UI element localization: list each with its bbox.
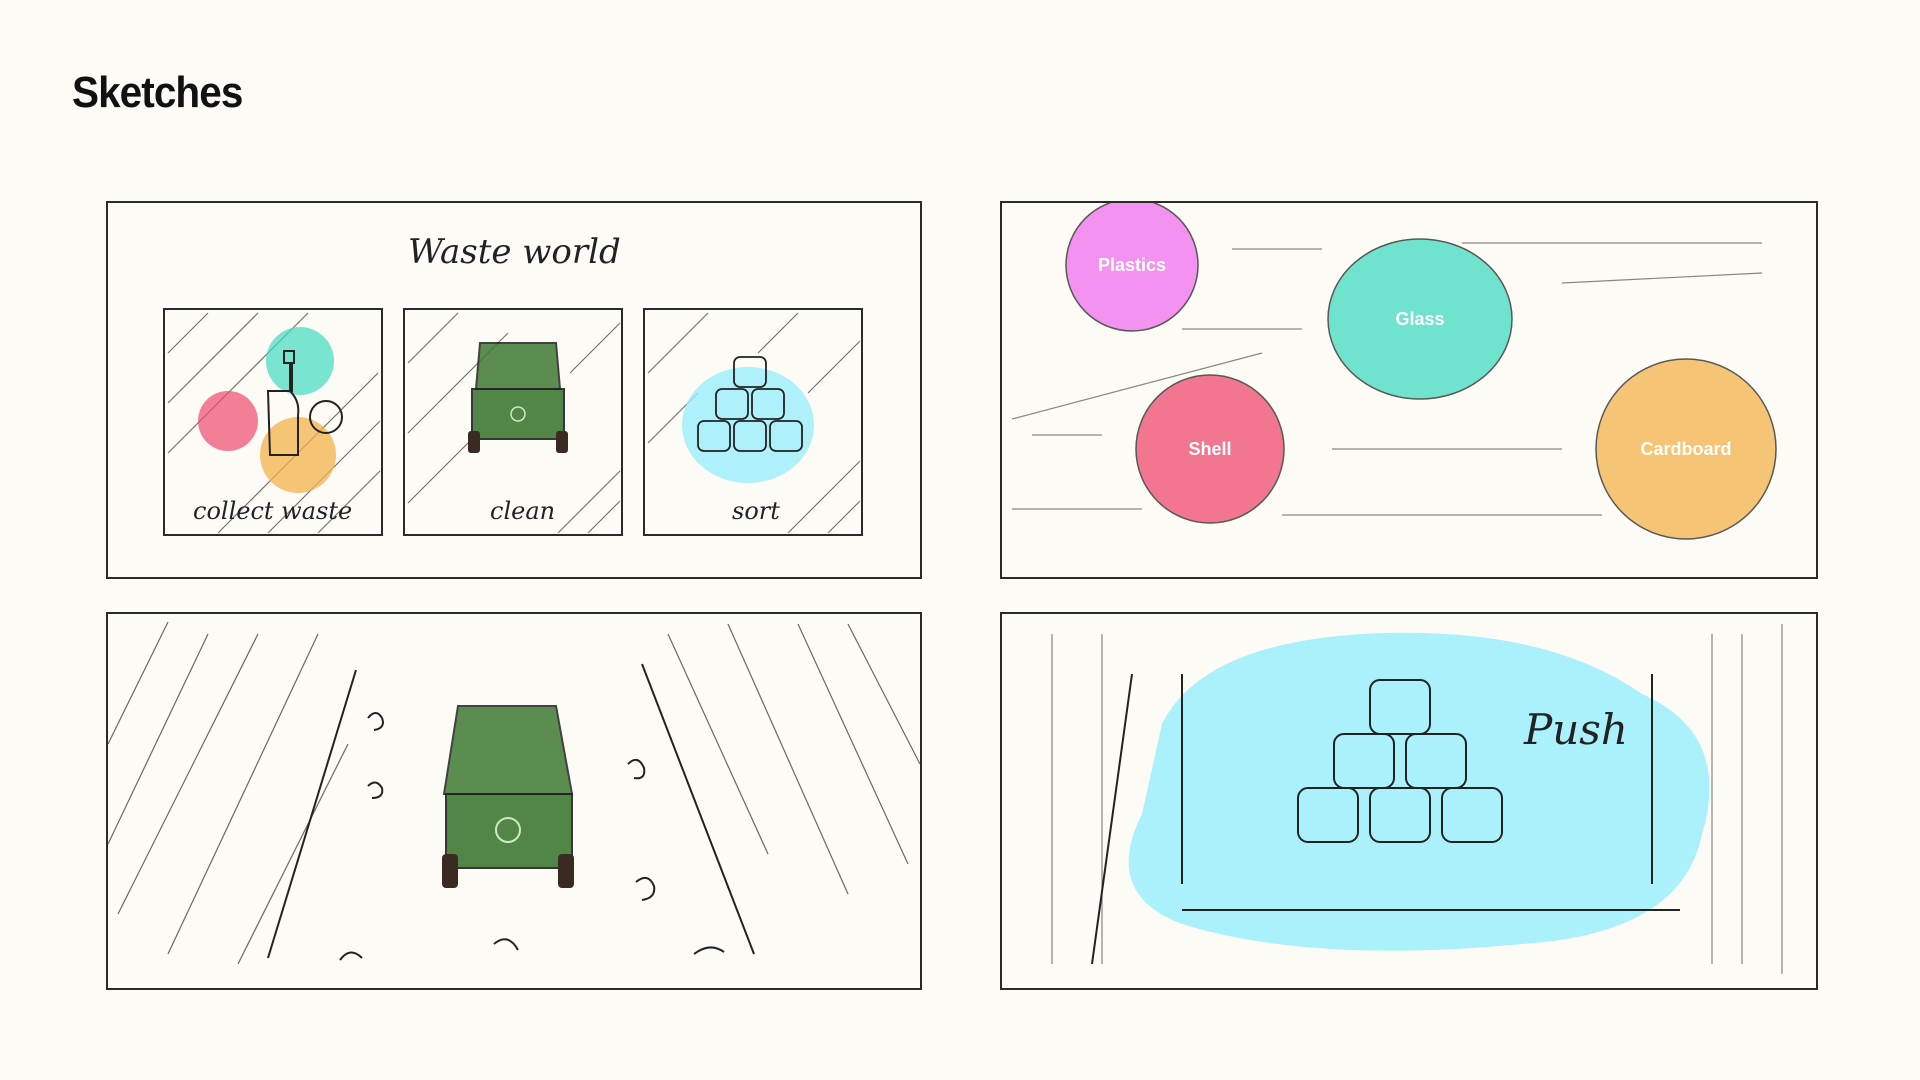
menu-card-clean: clean xyxy=(403,308,623,536)
menu-card-sort: sort xyxy=(643,308,863,536)
bubble-glass: Glass xyxy=(1327,238,1513,400)
bubble-shell: Shell xyxy=(1135,374,1285,524)
bubble-cardboard: Cardboard xyxy=(1595,358,1777,540)
sketch-panel-push: Push xyxy=(1000,612,1818,990)
road-sketch xyxy=(108,621,920,965)
bubbles-sketch: Plastics Glass Shell Cardboard xyxy=(1011,203,1777,540)
bubble-label: Plastics xyxy=(1098,255,1166,275)
sketch-panel-menu: Waste world collect waste clean sort xyxy=(106,201,922,579)
bubble-label: Shell xyxy=(1188,439,1231,459)
menu-card-label: clean xyxy=(490,497,555,525)
sketch-panel-bubbles: Plastics Glass Shell Cardboard xyxy=(1000,201,1818,579)
menu-card-label: collect waste xyxy=(193,497,352,525)
sketch-panel-road xyxy=(106,612,922,990)
menu-card-collect: collect waste xyxy=(163,308,383,536)
page-title: Sketches xyxy=(72,68,243,117)
waste-cart xyxy=(442,705,574,888)
push-sketch: Push xyxy=(1051,624,1783,974)
bubble-plastics: Plastics xyxy=(1065,203,1199,332)
push-label: Push xyxy=(1523,705,1628,754)
menu-heading: Waste world xyxy=(408,232,621,272)
menu-sketch: Waste world collect waste clean sort xyxy=(163,232,863,536)
menu-card-label: sort xyxy=(732,497,780,525)
bubble-label: Cardboard xyxy=(1640,439,1731,459)
bubble-label: Glass xyxy=(1395,309,1444,329)
